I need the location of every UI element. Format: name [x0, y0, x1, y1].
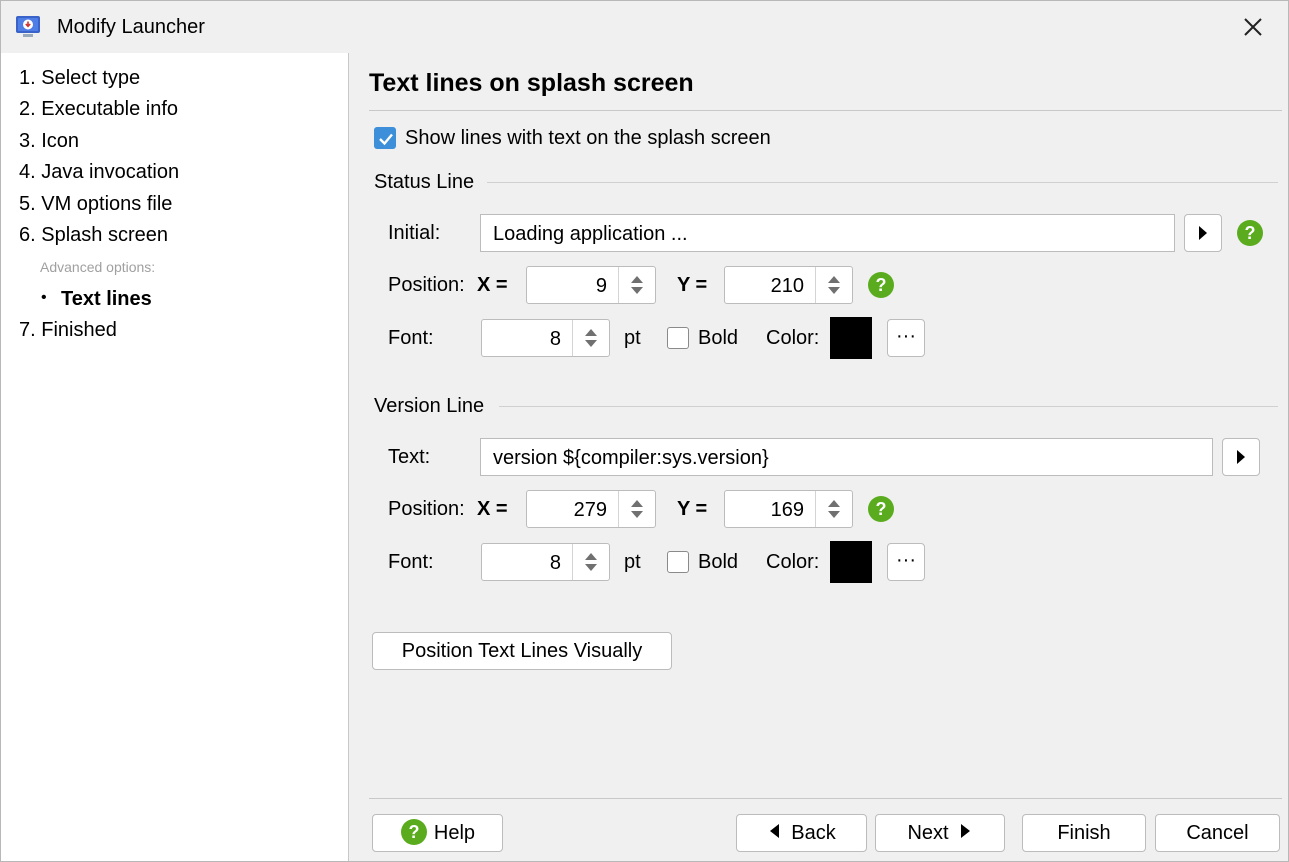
- check-icon: [379, 133, 393, 146]
- heading-divider: [369, 110, 1282, 111]
- question-circle-icon[interactable]: ?: [867, 271, 895, 299]
- step-icon[interactable]: 3. Icon: [19, 130, 79, 153]
- status-font-size-value: 8: [549, 328, 561, 350]
- steps-sidebar: 1. Select type 2. Executable info 3. Ico…: [1, 53, 349, 861]
- version-font-label: Font:: [388, 551, 434, 573]
- version-color-label: Color:: [766, 551, 820, 573]
- status-color-swatch[interactable]: [830, 317, 872, 359]
- step-java-invocation[interactable]: 4. Java invocation: [19, 161, 179, 184]
- launcher-download-icon: [16, 16, 40, 37]
- step-select-type[interactable]: 1. Select type: [19, 67, 140, 90]
- version-bold-label[interactable]: Bold: [698, 551, 738, 574]
- status-font-size-spinner[interactable]: 8: [481, 319, 610, 357]
- status-y-label: Y =: [677, 274, 708, 296]
- initial-variable-button[interactable]: [1184, 214, 1222, 252]
- status-font-unit: pt: [624, 327, 641, 349]
- spinner-arrows-icon[interactable]: [815, 267, 852, 303]
- back-button-label: Back: [791, 822, 836, 844]
- status-color-picker-button[interactable]: ···: [887, 319, 925, 357]
- svg-text:?: ?: [876, 499, 887, 519]
- step-finished[interactable]: 7. Finished: [19, 319, 117, 342]
- close-icon[interactable]: [1233, 9, 1273, 45]
- version-y-label: Y =: [677, 498, 708, 520]
- status-bold-label[interactable]: Bold: [698, 327, 738, 350]
- spinner-arrows-icon[interactable]: [572, 320, 609, 356]
- show-lines-label[interactable]: Show lines with text on the splash scree…: [405, 127, 771, 150]
- help-button[interactable]: ? Help: [372, 814, 503, 852]
- version-bold-checkbox[interactable]: [667, 551, 689, 573]
- svg-text:?: ?: [408, 822, 419, 842]
- step-vm-options-file[interactable]: 5. VM options file: [19, 193, 172, 216]
- status-x-label: X =: [477, 274, 508, 296]
- current-item-bullet: •: [41, 289, 47, 306]
- version-text-field[interactable]: version ${compiler:sys.version}: [480, 438, 1213, 476]
- back-button[interactable]: Back: [736, 814, 867, 852]
- question-circle-icon: ?: [400, 818, 427, 845]
- status-position-label: Position:: [388, 274, 465, 296]
- version-line-separator: [499, 406, 1278, 407]
- svg-text:?: ?: [876, 275, 887, 295]
- spinner-arrows-icon[interactable]: [815, 491, 852, 527]
- advanced-options-label: Advanced options:: [40, 259, 156, 275]
- question-circle-icon[interactable]: ?: [1236, 219, 1264, 247]
- version-font-size-value: 8: [549, 552, 561, 574]
- footer-divider: [369, 798, 1282, 799]
- status-bold-checkbox[interactable]: [667, 327, 689, 349]
- version-color-picker-button[interactable]: ···: [887, 543, 925, 581]
- question-circle-icon[interactable]: ?: [867, 495, 895, 523]
- version-font-unit: pt: [624, 551, 641, 573]
- page-title: Text lines on splash screen: [369, 69, 694, 97]
- version-y-spinner[interactable]: 169: [724, 490, 853, 528]
- version-x-value: 279: [573, 499, 607, 521]
- next-button-label: Next: [907, 822, 949, 844]
- version-position-label: Position:: [388, 498, 465, 520]
- status-x-value: 9: [595, 275, 607, 297]
- help-button-label: Help: [433, 822, 476, 844]
- initial-label: Initial:: [388, 222, 441, 244]
- version-line-section-title: Version Line: [374, 395, 485, 417]
- version-x-spinner[interactable]: 279: [526, 490, 656, 528]
- triangle-right-icon: [1237, 450, 1245, 464]
- version-x-label: X =: [477, 498, 508, 520]
- version-variable-button[interactable]: [1222, 438, 1260, 476]
- main-panel: Text lines on splash screen Show lines w…: [349, 53, 1288, 861]
- cancel-button[interactable]: Cancel: [1155, 814, 1280, 852]
- modify-launcher-dialog: Modify Launcher 1. Select type 2. Execut…: [0, 0, 1289, 862]
- triangle-left-icon: [770, 824, 780, 838]
- version-y-value: 169: [770, 499, 804, 521]
- spinner-arrows-icon[interactable]: [618, 491, 655, 527]
- status-y-value: 210: [770, 275, 804, 297]
- status-font-label: Font:: [388, 327, 434, 349]
- triangle-right-icon: [960, 824, 970, 838]
- finish-button[interactable]: Finish: [1022, 814, 1146, 852]
- status-color-label: Color:: [766, 327, 820, 349]
- status-line-separator: [487, 182, 1278, 183]
- step-executable-info[interactable]: 2. Executable info: [19, 98, 178, 121]
- step-text-lines[interactable]: Text lines: [61, 288, 152, 311]
- status-line-section-title: Status Line: [374, 171, 475, 193]
- triangle-right-icon: [1199, 226, 1207, 240]
- status-y-spinner[interactable]: 210: [724, 266, 853, 304]
- status-x-spinner[interactable]: 9: [526, 266, 656, 304]
- position-text-lines-visually-button[interactable]: Position Text Lines Visually: [372, 632, 672, 670]
- step-splash-screen[interactable]: 6. Splash screen: [19, 224, 168, 247]
- svg-text:?: ?: [1245, 223, 1256, 243]
- initial-text-field[interactable]: Loading application ...: [480, 214, 1175, 252]
- version-color-swatch[interactable]: [830, 541, 872, 583]
- next-button[interactable]: Next: [875, 814, 1005, 852]
- window-title: Modify Launcher: [57, 16, 205, 38]
- version-text-label: Text:: [388, 446, 431, 468]
- spinner-arrows-icon[interactable]: [618, 267, 655, 303]
- version-font-size-spinner[interactable]: 8: [481, 543, 610, 581]
- spinner-arrows-icon[interactable]: [572, 544, 609, 580]
- title-bar: Modify Launcher: [1, 1, 1288, 53]
- show-lines-checkbox[interactable]: [374, 127, 396, 149]
